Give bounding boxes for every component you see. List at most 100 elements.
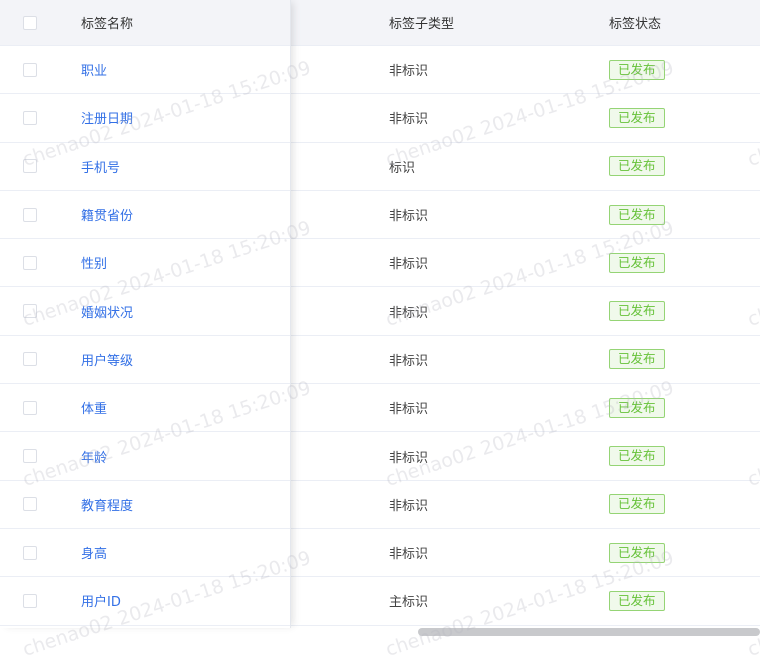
row-checkbox[interactable] [23, 304, 37, 319]
row-subtype-cell: 非标识 [389, 239, 428, 286]
select-all-checkbox[interactable] [23, 15, 37, 30]
row-subtype-cell: 非标识 [389, 94, 428, 141]
row-select-cell [23, 46, 41, 93]
row-checkbox[interactable] [23, 497, 37, 512]
table-row: 教育程度 非标识 已发布 [0, 480, 760, 529]
table-row: 籍贯省份 非标识 已发布 [0, 190, 760, 240]
row-checkbox[interactable] [23, 352, 37, 367]
select-all-cell [23, 0, 41, 45]
tag-subtype-text: 非标识 [389, 498, 429, 514]
tag-name-link[interactable]: 教育程度 [81, 495, 133, 514]
row-subtype-cell: 非标识 [389, 529, 428, 576]
tag-table: 标签名称 标签子类型 标签状态 职业 非标识 已发布 注册日期 非标识 已发布 手机号 标识已… [0, 0, 760, 626]
row-name-cell: 年龄 [81, 432, 107, 479]
table-row: 用户等级 非标识 已发布 [0, 335, 760, 385]
row-checkbox[interactable] [23, 449, 37, 464]
tag-subtype-text: 非标识 [389, 353, 429, 369]
row-name-cell: 用户等级 [81, 336, 133, 383]
row-status-cell: 已发布 [609, 239, 665, 286]
tag-name-link[interactable]: 籍贯省份 [81, 205, 133, 224]
table-row: 婚姻状况 非标识 已发布 [0, 287, 760, 336]
header-tag-subtype[interactable]: 标签子类型 [389, 0, 454, 45]
row-name-cell: 教育程度 [81, 481, 133, 528]
table-body: 职业 非标识 已发布 注册日期 非标识 已发布 手机号 标识 已发布 籍贯省份 非标识 已发布 性别 非标… [0, 46, 760, 626]
row-name-cell: 体重 [81, 384, 107, 431]
status-badge: 已发布 [609, 107, 665, 128]
tag-subtype-text: 非标识 [389, 209, 429, 225]
tag-subtype-text: 非标识 [389, 305, 429, 321]
row-checkbox[interactable] [23, 159, 37, 174]
status-badge: 已发布 [609, 156, 665, 177]
row-select-cell [23, 577, 41, 624]
status-badge: 已发布 [609, 349, 665, 370]
scrollbar-thumb[interactable] [418, 628, 760, 636]
row-status-cell: 已发布 [609, 46, 665, 93]
table-row: 职业 非标识 已发布 [0, 46, 760, 95]
status-badge: 已发布 [609, 590, 665, 611]
row-name-cell: 性别 [81, 239, 107, 286]
row-subtype-cell: 非标识 [389, 46, 428, 93]
row-checkbox[interactable] [23, 593, 37, 608]
row-select-cell [23, 529, 41, 576]
row-status-cell: 已发布 [609, 191, 665, 238]
table-header: 标签名称 标签子类型 标签状态 [0, 0, 760, 46]
horizontal-scrollbar[interactable] [0, 626, 760, 638]
row-select-cell [23, 191, 41, 238]
row-status-cell: 已发布 [609, 94, 665, 141]
row-checkbox[interactable] [23, 62, 37, 77]
table-row: 身高 非标识 已发布 [0, 528, 760, 578]
row-checkbox[interactable] [23, 110, 37, 125]
tag-name-link[interactable]: 年龄 [81, 447, 107, 466]
tag-subtype-text: 非标识 [389, 450, 429, 466]
tag-name-link[interactable]: 手机号 [81, 157, 120, 176]
row-status-cell: 已发布 [609, 384, 665, 431]
status-badge: 已发布 [609, 494, 665, 515]
tag-name-link[interactable]: 体重 [81, 398, 107, 417]
row-status-cell: 已发布 [609, 287, 665, 334]
header-tag-status[interactable]: 标签状态 [609, 0, 661, 45]
tag-subtype-text: 非标识 [389, 257, 429, 273]
status-badge: 已发布 [609, 446, 665, 467]
row-select-cell [23, 432, 41, 479]
row-checkbox[interactable] [23, 400, 37, 415]
tag-name-link[interactable]: 用户ID [81, 591, 121, 610]
tag-name-link[interactable]: 用户等级 [81, 350, 133, 369]
row-select-cell [23, 384, 41, 431]
table-row: 用户ID 主标识 已发布 [0, 577, 760, 626]
tag-subtype-text: 非标识 [389, 547, 429, 563]
tag-name-link[interactable]: 性别 [81, 253, 107, 272]
row-subtype-cell: 非标识 [389, 336, 428, 383]
row-status-cell: 已发布 [609, 143, 665, 190]
row-select-cell [23, 336, 41, 383]
table-row: 性别 非标识 已发布 [0, 239, 760, 288]
status-badge: 已发布 [609, 59, 665, 80]
tag-subtype-text: 标识 [389, 160, 416, 176]
status-badge: 已发布 [609, 397, 665, 418]
row-name-cell: 手机号 [81, 143, 120, 190]
header-tag-name[interactable]: 标签名称 [81, 0, 133, 45]
status-badge: 已发布 [609, 204, 665, 225]
tag-name-link[interactable]: 注册日期 [81, 108, 133, 127]
table-row: 注册日期 非标识 已发布 [0, 94, 760, 143]
row-name-cell: 注册日期 [81, 94, 133, 141]
row-status-cell: 已发布 [609, 432, 665, 479]
row-select-cell [23, 239, 41, 286]
row-subtype-cell: 主标识 [389, 577, 428, 624]
tag-subtype-text: 主标识 [389, 595, 429, 611]
row-checkbox[interactable] [23, 545, 37, 560]
row-select-cell [23, 287, 41, 334]
tag-name-link[interactable]: 婚姻状况 [81, 302, 133, 321]
row-checkbox[interactable] [23, 207, 37, 222]
tag-name-link[interactable]: 身高 [81, 543, 107, 562]
row-subtype-cell: 非标识 [389, 191, 428, 238]
tag-name-link[interactable]: 职业 [81, 60, 107, 79]
row-subtype-cell: 非标识 [389, 287, 428, 334]
row-status-cell: 已发布 [609, 529, 665, 576]
row-name-cell: 籍贯省份 [81, 191, 133, 238]
row-subtype-cell: 标识 [389, 143, 415, 190]
row-select-cell [23, 481, 41, 528]
row-status-cell: 已发布 [609, 336, 665, 383]
table-row: 体重 非标识 已发布 [0, 384, 760, 433]
row-checkbox[interactable] [23, 255, 37, 270]
row-name-cell: 职业 [81, 46, 107, 93]
